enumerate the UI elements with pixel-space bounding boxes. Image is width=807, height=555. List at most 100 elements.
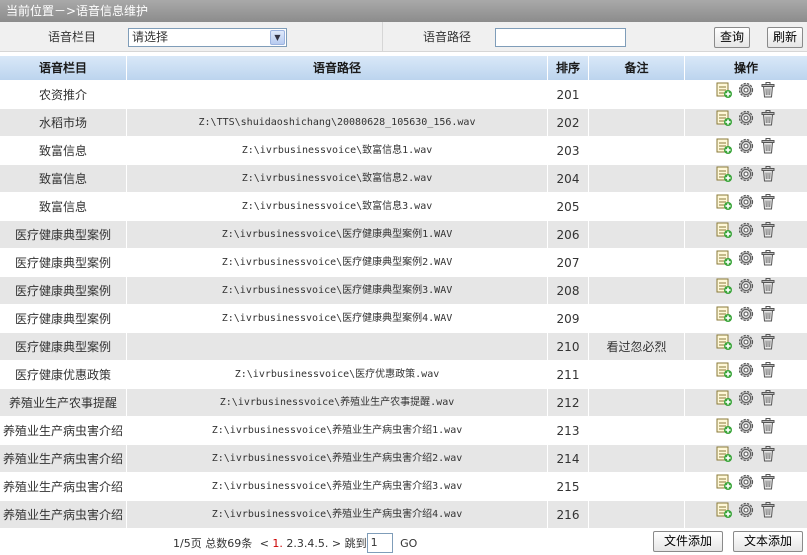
row-category: 致富信息: [0, 137, 127, 164]
trash-icon[interactable]: [759, 109, 777, 136]
trash-icon[interactable]: [759, 221, 777, 248]
edit-note-icon[interactable]: [715, 277, 733, 304]
row-category: 医疗健康优惠政策: [0, 361, 127, 388]
edit-note-icon[interactable]: [715, 445, 733, 472]
gear-icon[interactable]: [737, 193, 755, 220]
gear-icon[interactable]: [737, 137, 755, 164]
gear-icon[interactable]: [737, 221, 755, 248]
chevron-down-icon[interactable]: ▼: [270, 30, 285, 45]
trash-icon[interactable]: [759, 305, 777, 332]
row-actions: [685, 249, 807, 276]
trash-icon[interactable]: [759, 473, 777, 500]
gear-icon[interactable]: [737, 277, 755, 304]
row-category: 致富信息: [0, 193, 127, 220]
row-order: 205: [548, 193, 589, 220]
trash-icon[interactable]: [759, 165, 777, 192]
table-row: 医疗健康典型案例 Z:\ivrbusinessvoice\医疗健康典型案例2.WA…: [0, 249, 807, 277]
prev-page-link[interactable]: <: [260, 537, 269, 550]
current-page-link[interactable]: 1.: [272, 537, 283, 550]
edit-note-icon[interactable]: [715, 249, 733, 276]
row-path: Z:\ivrbusinessvoice\医疗优惠政策.wav: [127, 361, 548, 388]
row-note: [589, 473, 685, 500]
row-path: Z:\ivrbusinessvoice\医疗健康典型案例1.WAV: [127, 221, 548, 248]
jump-page-input[interactable]: 1: [366, 532, 393, 553]
gear-icon[interactable]: [737, 417, 755, 444]
gear-icon[interactable]: [737, 249, 755, 276]
edit-note-icon[interactable]: [715, 193, 733, 220]
header-order[interactable]: 排序: [548, 56, 589, 80]
edit-note-icon[interactable]: [715, 417, 733, 444]
row-order: 202: [548, 109, 589, 136]
row-path: Z:\ivrbusinessvoice\养殖业生产病虫害介绍1.wav: [127, 417, 548, 444]
query-button[interactable]: 查询: [714, 27, 750, 48]
page-links[interactable]: 2.3.4.5.: [286, 537, 328, 550]
table-row: 致富信息 Z:\ivrbusinessvoice\致富信息3.wav 205: [0, 193, 807, 221]
row-actions: [685, 305, 807, 332]
trash-icon[interactable]: [759, 501, 777, 528]
edit-note-icon[interactable]: [715, 501, 733, 528]
trash-icon[interactable]: [759, 389, 777, 416]
row-category: 医疗健康典型案例: [0, 277, 127, 304]
row-note: [589, 417, 685, 444]
category-select[interactable]: 请选择 ▼: [128, 28, 287, 47]
file-add-button[interactable]: 文件添加: [653, 531, 723, 552]
edit-note-icon[interactable]: [715, 165, 733, 192]
gear-icon[interactable]: [737, 501, 755, 528]
go-button[interactable]: GO: [400, 537, 417, 550]
gear-icon[interactable]: [737, 165, 755, 192]
row-note: [589, 445, 685, 472]
trash-icon[interactable]: [759, 417, 777, 444]
row-actions: [685, 333, 807, 360]
table-row: 医疗健康典型案例 210 看过忽必烈: [0, 333, 807, 361]
edit-note-icon[interactable]: [715, 389, 733, 416]
row-actions: [685, 165, 807, 192]
gear-icon[interactable]: [737, 109, 755, 136]
row-order: 214: [548, 445, 589, 472]
gear-icon[interactable]: [737, 361, 755, 388]
trash-icon[interactable]: [759, 445, 777, 472]
row-note: [589, 389, 685, 416]
edit-note-icon[interactable]: [715, 109, 733, 136]
edit-note-icon[interactable]: [715, 81, 733, 108]
trash-icon[interactable]: [759, 277, 777, 304]
refresh-button[interactable]: 刷新: [767, 27, 803, 48]
gear-icon[interactable]: [737, 333, 755, 360]
trash-icon[interactable]: [759, 249, 777, 276]
table-row: 养殖业生产病虫害介绍 Z:\ivrbusinessvoice\养殖业生产病虫害介绍…: [0, 445, 807, 473]
trash-icon[interactable]: [759, 81, 777, 108]
row-path: Z:\ivrbusinessvoice\医疗健康典型案例3.WAV: [127, 277, 548, 304]
header-path[interactable]: 语音路径: [127, 56, 548, 80]
row-order: 210: [548, 333, 589, 360]
row-category: 养殖业生产病虫害介绍: [0, 417, 127, 444]
gear-icon[interactable]: [737, 81, 755, 108]
header-category[interactable]: 语音栏目: [0, 56, 127, 80]
edit-note-icon[interactable]: [715, 333, 733, 360]
row-note: [589, 81, 685, 108]
header-note[interactable]: 备注: [589, 56, 685, 80]
edit-note-icon[interactable]: [715, 305, 733, 332]
path-input[interactable]: [495, 28, 626, 47]
row-note: [589, 277, 685, 304]
table-row: 致富信息 Z:\ivrbusinessvoice\致富信息1.wav 203: [0, 137, 807, 165]
trash-icon[interactable]: [759, 137, 777, 164]
next-page-link[interactable]: >: [332, 537, 341, 550]
edit-note-icon[interactable]: [715, 137, 733, 164]
table-row: 养殖业生产病虫害介绍 Z:\ivrbusinessvoice\养殖业生产病虫害介绍…: [0, 473, 807, 501]
row-path: Z:\TTS\shuidaoshichang\20080628_105630_1…: [127, 109, 548, 136]
gear-icon[interactable]: [737, 473, 755, 500]
gear-icon[interactable]: [737, 445, 755, 472]
trash-icon[interactable]: [759, 333, 777, 360]
gear-icon[interactable]: [737, 305, 755, 332]
trash-icon[interactable]: [759, 361, 777, 388]
row-path: Z:\ivrbusinessvoice\致富信息1.wav: [127, 137, 548, 164]
row-category: 养殖业生产病虫害介绍: [0, 501, 127, 528]
text-add-button[interactable]: 文本添加: [733, 531, 803, 552]
table-row: 养殖业生产农事提醒 Z:\ivrbusinessvoice\养殖业生产农事提醒.w…: [0, 389, 807, 417]
edit-note-icon[interactable]: [715, 221, 733, 248]
edit-note-icon[interactable]: [715, 361, 733, 388]
row-order: 204: [548, 165, 589, 192]
edit-note-icon[interactable]: [715, 473, 733, 500]
gear-icon[interactable]: [737, 389, 755, 416]
row-actions: [685, 417, 807, 444]
trash-icon[interactable]: [759, 193, 777, 220]
